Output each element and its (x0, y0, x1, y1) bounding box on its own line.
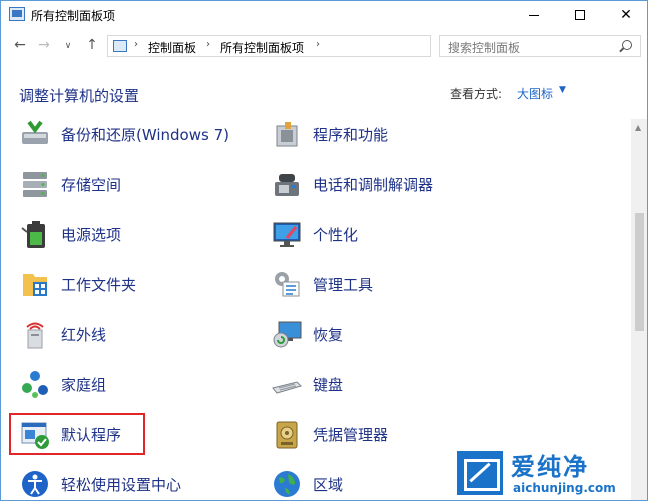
infrared-icon (19, 318, 51, 350)
control-panel-icon (9, 7, 25, 21)
breadcrumb-separator[interactable]: › (316, 39, 320, 50)
ease-of-access-icon (19, 468, 51, 500)
region-icon (271, 468, 303, 500)
window-title: 所有控制面板项 (31, 9, 116, 23)
admin-tools-icon (271, 268, 303, 300)
recent-locations-button[interactable]: ∨ (59, 41, 77, 51)
item-label: 区域 (313, 475, 344, 494)
work-folders-icon (19, 268, 51, 300)
breadcrumb-separator[interactable]: › (134, 39, 138, 50)
control-panel-icon (113, 40, 127, 52)
item-label: 备份和还原(Windows 7) (61, 125, 229, 144)
navigation-bar: ← → ∨ ↑ › 控制面板 › 所有控制面板项 › ∨ ↻ 搜索控制面板 (1, 29, 647, 63)
watermark-text: 爱纯净 (511, 453, 589, 481)
item-backup-restore[interactable]: 备份和还原(Windows 7) (19, 116, 255, 152)
item-label: 个性化 (313, 225, 359, 244)
item-label: 电话和调制解调器 (313, 175, 434, 194)
power-options-icon (19, 218, 51, 250)
close-icon: ✕ (620, 7, 632, 23)
title-bar[interactable]: 所有控制面板项 ✕ (1, 1, 647, 29)
dropdown-caret-icon[interactable]: ▼ (559, 85, 566, 95)
item-infrared[interactable]: 红外线 (19, 316, 255, 352)
watermark-logo-icon (457, 451, 503, 495)
item-label: 恢复 (313, 325, 344, 344)
minimize-button[interactable] (511, 1, 557, 29)
item-label: 凭据管理器 (313, 425, 389, 444)
close-button[interactable]: ✕ (603, 1, 647, 29)
search-box[interactable]: 搜索控制面板 (439, 35, 641, 57)
search-input[interactable]: 搜索控制面板 (448, 39, 520, 56)
backup-restore-icon (19, 118, 51, 150)
item-programs-features[interactable]: 程序和功能 (271, 116, 507, 152)
view-by-label: 查看方式: (450, 87, 503, 101)
item-label: 工作文件夹 (61, 275, 137, 294)
watermark: 爱纯净 aichunjing.com (453, 445, 647, 500)
item-label: 程序和功能 (313, 125, 389, 144)
minimize-icon (529, 14, 539, 16)
item-homegroup[interactable]: 家庭组 (19, 366, 255, 402)
address-bar[interactable]: › 控制面板 › 所有控制面板项 › ∨ ↻ (107, 35, 524, 57)
breadcrumb-separator[interactable]: › (206, 39, 210, 50)
storage-spaces-icon (19, 168, 51, 200)
back-button[interactable]: ← (11, 37, 29, 53)
scrollbar-thumb[interactable] (635, 213, 644, 331)
personalization-icon (271, 218, 303, 250)
scroll-up-button[interactable]: ▲ (635, 123, 641, 132)
item-label: 轻松使用设置中心 (61, 475, 182, 494)
control-panel-window: 所有控制面板项 ✕ ← → ∨ ↑ › 控制面板 › 所有控制面板项 › ∨ ↻… (0, 0, 648, 501)
item-phone-modem[interactable]: 电话和调制解调器 (271, 166, 507, 202)
item-admin-tools[interactable]: 管理工具 (271, 266, 507, 302)
watermark-url: aichunjing.com (513, 481, 616, 495)
homegroup-icon (19, 368, 51, 400)
maximize-button[interactable] (557, 1, 603, 29)
phone-modem-icon (271, 168, 303, 200)
highlight-box (9, 413, 145, 455)
maximize-icon (575, 10, 585, 20)
breadcrumb-control-panel[interactable]: 控制面板 (148, 39, 196, 56)
item-label: 红外线 (61, 325, 107, 344)
item-ease-of-access[interactable]: 轻松使用设置中心 (19, 466, 255, 500)
item-keyboard[interactable]: 键盘 (271, 366, 507, 402)
item-recovery[interactable]: 恢复 (271, 316, 507, 352)
item-label: 存储空间 (61, 175, 122, 194)
programs-features-icon (271, 118, 303, 150)
vertical-scrollbar[interactable]: ▲ (631, 119, 647, 500)
item-label: 电源选项 (61, 225, 122, 244)
credential-manager-icon (271, 418, 303, 450)
view-by-dropdown[interactable]: 大图标 (517, 85, 553, 102)
recovery-icon (271, 318, 303, 350)
forward-button[interactable]: → (35, 37, 53, 53)
keyboard-icon (271, 368, 303, 400)
item-power-options[interactable]: 电源选项 (19, 216, 255, 252)
item-label: 键盘 (313, 375, 344, 394)
item-storage-spaces[interactable]: 存储空间 (19, 166, 255, 202)
page-title: 调整计算机的设置 (19, 87, 140, 105)
item-personalization[interactable]: 个性化 (271, 216, 507, 252)
item-work-folders[interactable]: 工作文件夹 (19, 266, 255, 302)
breadcrumb-all-items[interactable]: 所有控制面板项 (220, 39, 304, 56)
item-label: 管理工具 (313, 275, 374, 294)
up-button[interactable]: ↑ (83, 37, 101, 53)
item-label: 家庭组 (61, 375, 107, 394)
search-icon[interactable] (622, 40, 632, 50)
